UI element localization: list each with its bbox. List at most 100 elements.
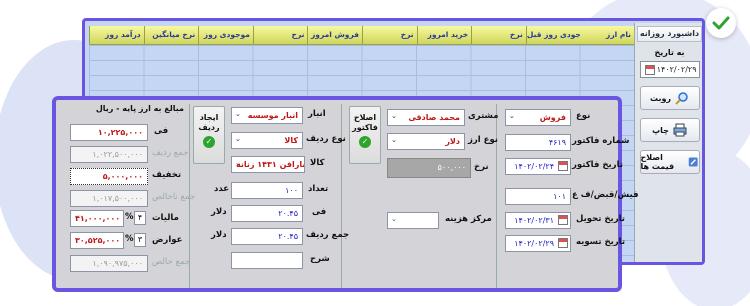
grid-col-header[interactable]: نرخ bbox=[471, 26, 526, 44]
net-total-field: ۱,۰۱۷,۵۰۰,۰۰۰ bbox=[70, 190, 148, 207]
grid-col-header[interactable]: خرید امروز bbox=[416, 26, 472, 44]
calendar-icon[interactable] bbox=[558, 238, 568, 248]
divider bbox=[496, 104, 497, 288]
delivery-date-field[interactable]: ۱۴۰۲/۰۲/۳۱ bbox=[505, 212, 571, 229]
row-type-select[interactable]: ⌄ کالا bbox=[231, 132, 303, 149]
invoice-no-field[interactable]: ۴۶۱۹ bbox=[505, 134, 571, 151]
fee-field[interactable]: ۲۰.۴۵ bbox=[231, 205, 303, 222]
tax-percent-sign: % bbox=[125, 212, 134, 222]
invoice-form-panel: نوع ⌄ فروش شماره فاکتور ۴۶۱۹ تاریخ فاکتور… bbox=[52, 96, 639, 292]
net-total-label: جمع ناخالص bbox=[152, 192, 196, 202]
grid-col-header[interactable]: نرخ bbox=[252, 26, 308, 44]
edit-icon bbox=[688, 157, 698, 167]
chevron-down-icon: ⌄ bbox=[391, 112, 397, 120]
invoice-date-label: تاریخ فاکتور bbox=[572, 160, 623, 170]
chevron-down-icon: ⌄ bbox=[391, 136, 397, 144]
customer-select[interactable]: ⌄ محمد صادقی bbox=[387, 109, 465, 126]
duty-label: عوارض bbox=[152, 235, 183, 245]
type-select[interactable]: ⌄ فروش bbox=[505, 109, 571, 126]
tax-label: مالیات bbox=[152, 213, 179, 223]
grand-total-label: جمع خالص bbox=[152, 257, 191, 267]
calendar-icon[interactable] bbox=[558, 161, 568, 171]
qty-label: تعداد bbox=[308, 184, 329, 194]
check-icon: ✓ bbox=[203, 136, 215, 148]
grid-col-header[interactable]: موجودی روز bbox=[198, 26, 253, 44]
chevron-down-icon: ⌄ bbox=[235, 135, 241, 143]
receipt-label: فیش/قبض/ف ع bbox=[572, 190, 639, 200]
row-total-label: جمع ردیف bbox=[306, 230, 350, 240]
fix-prices-button[interactable]: اصلاح قیمت ها bbox=[639, 150, 700, 174]
create-row-button[interactable]: ایجاد ردیف ✓ bbox=[193, 106, 225, 164]
fix-invoice-label: اصلاح فاکتور bbox=[352, 113, 378, 132]
duty-field[interactable]: ۳۰,۵۲۵,۰۰۰ bbox=[70, 232, 124, 249]
row-total-field[interactable]: ۲۰.۴۵ bbox=[231, 228, 303, 245]
base-row-total-field: ۱,۰۲۲,۵۰۰,۰۰۰ bbox=[70, 146, 148, 163]
date-value: ۱۴۰۲/۰۲/۲۹ bbox=[656, 65, 697, 74]
fix-invoice-button[interactable]: اصلاح فاکتور ✓ bbox=[349, 106, 381, 164]
grid-col-header[interactable]: درآمد روز bbox=[89, 26, 144, 44]
delivery-date-label: تاریخ تحویل bbox=[576, 214, 625, 224]
invoice-no-label: شماره فاکتور bbox=[572, 136, 630, 146]
tax-field[interactable]: ۴۱,۰۰۰,۰۰۰ bbox=[70, 210, 124, 227]
date-field[interactable]: ۱۴۰۲/۰۲/۲۹ bbox=[639, 61, 700, 78]
chevron-down-icon: ⌄ bbox=[235, 159, 241, 167]
row-total-unit: دلار bbox=[211, 230, 227, 240]
receipt-field[interactable]: ۱۰۱ bbox=[505, 188, 571, 205]
magnifier-icon bbox=[675, 92, 688, 105]
desc-field[interactable] bbox=[231, 252, 303, 269]
currency-type-select[interactable]: ⌄ دلار bbox=[387, 133, 465, 150]
sidebar: داشبورد روزانه به تاریخ ۱۴۰۲/۰۲/۲۹ روبت … bbox=[634, 23, 702, 262]
warehouse-label: انبار bbox=[308, 109, 326, 119]
discount-label: تخفیف bbox=[152, 170, 182, 180]
print-label: چاپ bbox=[652, 125, 669, 135]
printer-icon bbox=[673, 123, 687, 137]
grid-col-header[interactable]: نرخ میانگین bbox=[143, 26, 199, 44]
calendar-icon[interactable] bbox=[558, 215, 568, 225]
check-icon: ✓ bbox=[359, 136, 371, 148]
invoice-date-field[interactable]: ۱۴۰۲/۰۲/۲۴ bbox=[505, 158, 571, 175]
rate-field: ۵۰۰,۰۰۰ bbox=[387, 158, 471, 178]
grand-total-field: ۱,۰۹۰,۹۷۵,۰۰۰ bbox=[70, 255, 148, 272]
warehouse-select[interactable]: ⌄ انبار موسسه bbox=[231, 107, 303, 124]
grid-col-header[interactable]: نرخ bbox=[362, 26, 417, 44]
goods-label: کالا bbox=[310, 158, 325, 168]
date-label: به تاریخ bbox=[654, 48, 685, 57]
base-fee-label: فی bbox=[154, 126, 169, 136]
cost-center-label: مرکز هزینه bbox=[445, 214, 492, 224]
base-row-total-label: جمع ردیف bbox=[152, 148, 189, 158]
chevron-down-icon: ⌄ bbox=[391, 215, 397, 223]
duty-percent-sign: % bbox=[125, 234, 134, 244]
qty-unit: عدد bbox=[214, 184, 230, 194]
type-label: نوع bbox=[576, 111, 591, 121]
goods-select[interactable]: ⌄سارافن ۱۴۳۱ زنانه bbox=[231, 156, 305, 173]
duty-percent-field[interactable]: ۳ bbox=[134, 233, 146, 247]
chevron-down-icon: ⌄ bbox=[235, 110, 241, 118]
cost-center-select[interactable]: ⌄ bbox=[387, 212, 439, 229]
divider bbox=[341, 104, 342, 288]
discount-field[interactable]: ۵,۰۰۰,۰۰۰ bbox=[70, 168, 148, 185]
sidebar-title: داشبورد روزانه bbox=[637, 26, 702, 42]
base-currency-header: مبالغ به ارز پایه - ریال bbox=[95, 104, 184, 113]
base-fee-field[interactable]: ۱۰,۲۲۵,۰۰۰ bbox=[70, 124, 148, 141]
tax-percent-field[interactable]: ۴ bbox=[134, 211, 146, 225]
chevron-down-icon: ⌄ bbox=[509, 112, 515, 120]
desc-label: شرح bbox=[310, 254, 330, 264]
qty-field[interactable]: ۱۰۰ bbox=[231, 182, 303, 199]
refresh-button[interactable]: روبت bbox=[639, 86, 700, 110]
rate-label: نرخ bbox=[474, 162, 489, 172]
customer-label: مشتری bbox=[468, 111, 499, 121]
create-row-label: ایجاد ردیف bbox=[198, 113, 220, 132]
fee-label: فی bbox=[312, 207, 327, 217]
grid-col-header[interactable]: نام ارز bbox=[580, 26, 634, 44]
fee-unit: دلار bbox=[211, 207, 227, 217]
settle-date-field[interactable]: ۱۴۰۲/۰۲/۲۹ bbox=[505, 235, 571, 252]
row-type-label: نوع ردیف bbox=[306, 134, 346, 144]
calendar-icon[interactable] bbox=[644, 64, 655, 75]
grid-header: نام ارز موجودی روز قبل نرخ خرید امروز نر… bbox=[89, 26, 634, 45]
success-check-icon bbox=[706, 8, 736, 38]
print-button[interactable]: چاپ bbox=[639, 118, 700, 142]
grid-col-header[interactable]: فروش امروز bbox=[307, 26, 362, 44]
refresh-label: روبت bbox=[649, 93, 672, 103]
grid-col-header[interactable]: موجودی روز قبل bbox=[525, 26, 580, 44]
settle-date-label: تاریخ تسویه bbox=[576, 237, 626, 247]
